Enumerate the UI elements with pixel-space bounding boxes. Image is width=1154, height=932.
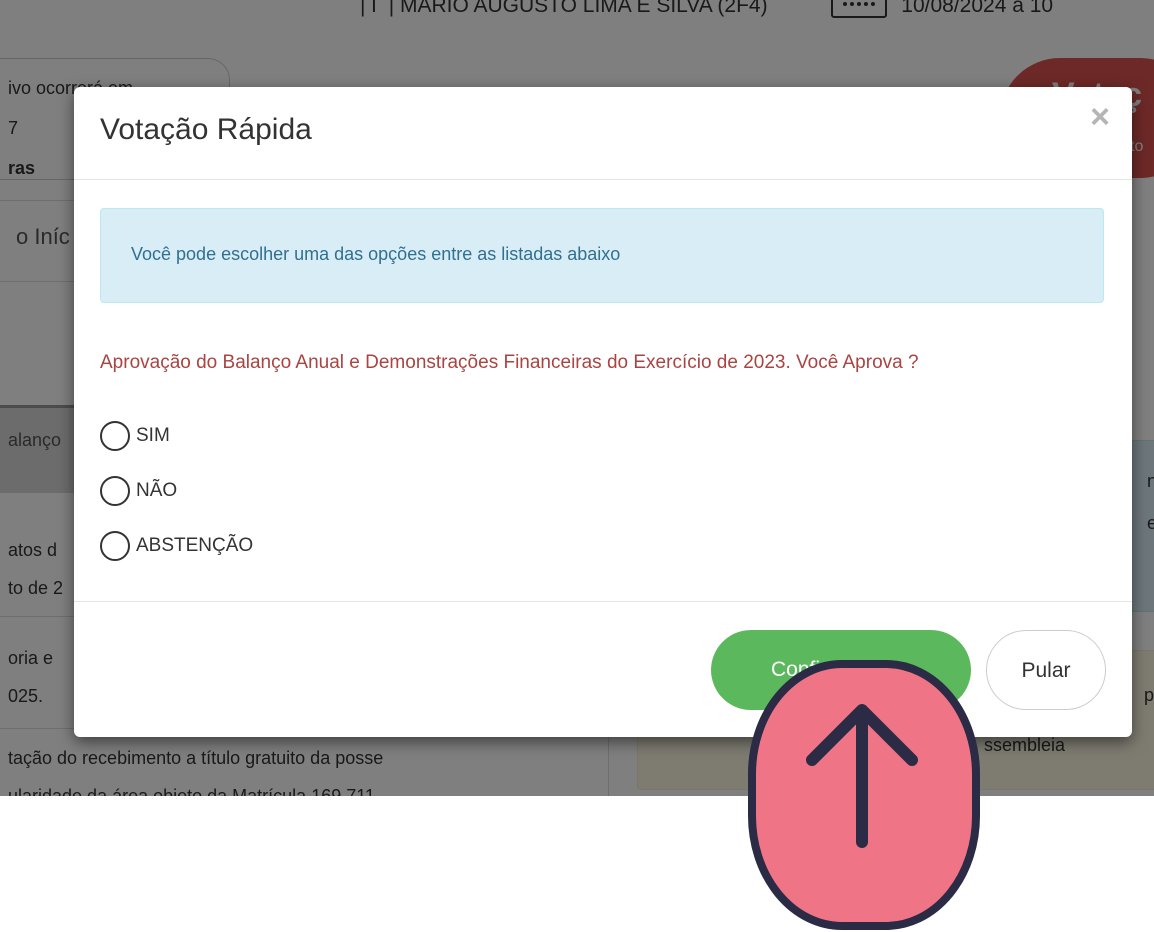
- option-label: SIM: [136, 425, 170, 446]
- option-label: ABSTENÇÃO: [136, 535, 254, 556]
- option-sim[interactable]: SIM: [100, 418, 170, 454]
- option-label: NÃO: [136, 480, 178, 501]
- quick-vote-modal: Votação Rápida × Você pode escolher uma …: [74, 87, 1132, 737]
- arrow-up-icon: [748, 660, 980, 930]
- modal-title: Votação Rápida: [100, 113, 312, 146]
- radio-abstencao[interactable]: [100, 531, 130, 561]
- modal-body: Você pode escolher uma das opções entre …: [74, 180, 1132, 602]
- modal-header: Votação Rápida ×: [74, 87, 1132, 180]
- option-nao[interactable]: NÃO: [100, 473, 177, 509]
- info-alert: Você pode escolher uma das opções entre …: [100, 208, 1104, 303]
- radio-sim[interactable]: [100, 421, 130, 451]
- info-alert-text: Você pode escolher uma das opções entre …: [131, 244, 621, 264]
- skip-button[interactable]: Pular: [986, 630, 1106, 710]
- radio-nao[interactable]: [100, 476, 130, 506]
- close-icon[interactable]: ×: [1082, 99, 1118, 135]
- option-abstencao[interactable]: ABSTENÇÃO: [100, 528, 253, 564]
- vote-question: Aprovação do Balanço Anual e Demonstraçõ…: [100, 352, 919, 373]
